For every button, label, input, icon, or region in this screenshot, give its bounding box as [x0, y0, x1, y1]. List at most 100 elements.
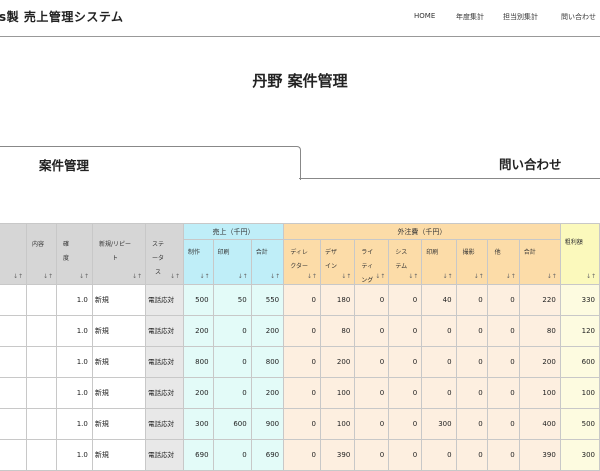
nav-yearly-summary[interactable]: 年度集計: [456, 12, 484, 22]
header-client[interactable]: ↓↑: [0, 224, 27, 284]
outsourcing-cell: 0: [388, 346, 423, 378]
outsourcing-cell: 0: [486, 315, 520, 347]
client-cell: アレッ: [0, 439, 28, 471]
sales-cell: 800: [183, 346, 214, 378]
tab-inquiry[interactable]: 問い合わせ: [299, 146, 600, 179]
header-new-repeat[interactable]: 新規/リピート ↓↑: [92, 224, 146, 284]
outsourcing-cell: 0: [388, 315, 423, 347]
header-out-photo[interactable]: 撮影 ↓↑: [455, 239, 488, 285]
sales-cell: 0: [212, 315, 252, 347]
app-header: s製 売上管理システム HOME 年度集計 担当別集計 問い合わせ: [0, 0, 600, 37]
app-logo[interactable]: s製 売上管理システム: [0, 8, 123, 25]
header-content[interactable]: 内容 ↓↑: [26, 224, 57, 284]
outsourcing-cell: 0: [486, 439, 520, 471]
client-cell: アレッ: [0, 284, 28, 316]
outsourcing-cell: 0: [421, 346, 457, 378]
outsourcing-cell: 0: [388, 377, 423, 409]
sales-cell: 0: [212, 346, 252, 378]
table-row[interactable]: アレッ1.0新規電話応対500505500180004000220330: [0, 284, 600, 316]
sales-cell: 0: [212, 377, 252, 409]
sales-cell: 900: [250, 408, 285, 440]
outsourcing-cell: 0: [455, 408, 488, 440]
outsourcing-cell: 80: [518, 315, 561, 347]
outsourcing-cell: 0: [455, 284, 488, 316]
header-sales-total[interactable]: 合計 ↓↑: [250, 239, 285, 285]
client-cell: アレッ: [0, 408, 28, 440]
header-out-other[interactable]: 他 ↓↑: [486, 239, 520, 285]
sales-cell: 600: [212, 408, 252, 440]
profit-cell: 120: [559, 315, 600, 347]
profit-cell: 500: [559, 408, 600, 440]
sales-cell: 200: [183, 315, 214, 347]
probability-cell: 1.0: [56, 284, 93, 316]
nav-staff-summary[interactable]: 担当別集計: [503, 12, 538, 22]
table-row[interactable]: アレッ1.0新規電話応対6900690039000000390300: [0, 439, 600, 471]
header-out-system[interactable]: システム ↓↑: [388, 239, 423, 285]
outsourcing-cell: 0: [421, 377, 457, 409]
sales-cell: 200: [250, 315, 285, 347]
outsourcing-cell: 220: [518, 284, 561, 316]
tab-label: 問い合わせ: [499, 157, 562, 172]
sales-cell: 500: [183, 284, 214, 316]
outsourcing-cell: 0: [354, 346, 390, 378]
content-cell: [26, 284, 57, 316]
table-row[interactable]: アレッ1.0新規電話応対8000800020000000200600: [0, 346, 600, 378]
content-cell: [26, 439, 57, 471]
header-out-director[interactable]: ディレクター ↓↑: [283, 239, 321, 285]
type-cell: 新規: [91, 439, 147, 471]
tab-project-management[interactable]: 案件管理: [0, 146, 301, 180]
table-row[interactable]: アレッ1.0新規電話応対20002000800000080120: [0, 315, 600, 347]
sales-cell: 550: [250, 284, 285, 316]
type-cell: 新規: [91, 346, 147, 378]
header-probability[interactable]: 確度 ↓↑: [56, 224, 93, 284]
header-sales-print[interactable]: 印刷 ↓↑: [212, 239, 252, 285]
outsourcing-cell: 0: [283, 315, 321, 347]
outsourcing-cell: 200: [518, 346, 561, 378]
header-sales-production[interactable]: 制作 ↓↑: [183, 239, 214, 285]
status-cell: 電話応対: [145, 408, 184, 440]
type-cell: 新規: [91, 284, 147, 316]
header-profit[interactable]: 粗利額 ↓↑: [559, 223, 600, 285]
status-cell: 電話応対: [145, 315, 184, 347]
outsourcing-cell: 0: [283, 377, 321, 409]
outsourcing-cell: 0: [486, 377, 520, 409]
outsourcing-cell: 400: [518, 408, 561, 440]
outsourcing-cell: 0: [421, 439, 457, 471]
header-out-design[interactable]: デザイン ↓↑: [319, 239, 356, 285]
probability-cell: 1.0: [56, 377, 93, 409]
table-body: アレッ1.0新規電話応対500505500180004000220330アレッ1…: [0, 284, 600, 471]
sales-cell: 0: [212, 439, 252, 471]
outsourcing-cell: 0: [388, 284, 423, 316]
probability-cell: 1.0: [56, 315, 93, 347]
probability-cell: 1.0: [56, 439, 93, 471]
header-out-writing[interactable]: ライティング ↓↑: [354, 239, 390, 285]
probability-cell: 1.0: [56, 408, 93, 440]
status-cell: 電話応対: [145, 377, 184, 409]
outsourcing-cell: 0: [283, 346, 321, 378]
sales-cell: 800: [250, 346, 285, 378]
outsourcing-cell: 0: [388, 408, 423, 440]
outsourcing-cell: 300: [421, 408, 457, 440]
profit-cell: 600: [559, 346, 600, 378]
client-cell: アレッ: [0, 377, 28, 409]
outsourcing-cell: 100: [319, 408, 356, 440]
header-out-print[interactable]: 印刷 ↓↑: [421, 239, 457, 285]
type-cell: 新規: [91, 377, 147, 409]
table-row[interactable]: アレッ1.0新規電話応対30060090001000030000400500: [0, 408, 600, 440]
outsourcing-cell: 0: [354, 315, 390, 347]
outsourcing-cell: 0: [455, 346, 488, 378]
tab-label: 案件管理: [39, 158, 90, 173]
nav-inquiry[interactable]: 問い合わせ: [561, 12, 596, 22]
sales-cell: 300: [183, 408, 214, 440]
table-row[interactable]: アレッ1.0新規電話応対2000200010000000100100: [0, 377, 600, 409]
header-out-total[interactable]: 合計 ↓↑: [518, 239, 561, 285]
outsourcing-cell: 0: [283, 284, 321, 316]
header-status[interactable]: ステータス ↓↑: [145, 224, 183, 284]
outsourcing-cell: 0: [354, 408, 390, 440]
nav-home[interactable]: HOME: [414, 12, 435, 20]
outsourcing-cell: 0: [388, 439, 423, 471]
profit-cell: 330: [559, 284, 600, 316]
outsourcing-cell: 390: [319, 439, 356, 471]
outsourcing-cell: 0: [455, 315, 488, 347]
type-cell: 新規: [91, 315, 147, 347]
